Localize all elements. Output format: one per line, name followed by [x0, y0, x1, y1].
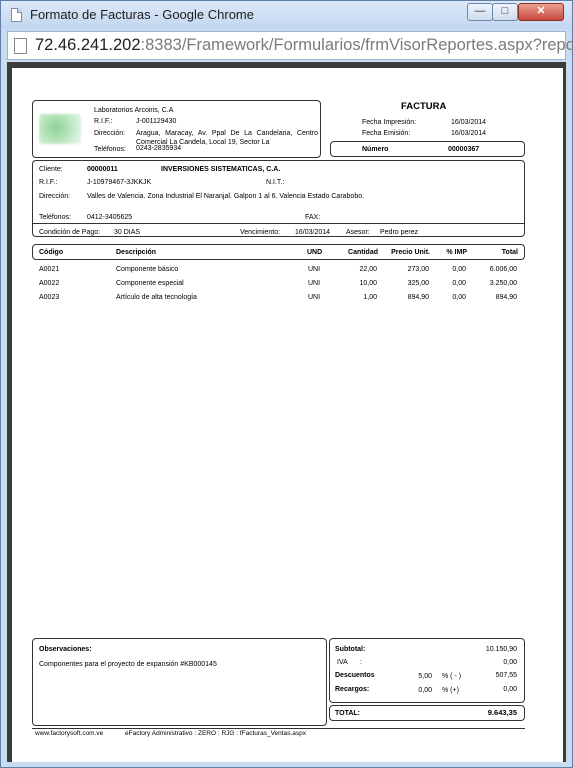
header-tax: % IMP — [446, 249, 467, 256]
close-button[interactable]: ✕ — [518, 3, 564, 21]
company-phone: 0243-2835934 — [136, 145, 182, 152]
client-phone: 0412-3405625 — [87, 214, 133, 221]
iva-label: IVA — [337, 659, 348, 666]
print-date-label: Fecha Impresión: — [362, 119, 417, 126]
address-bar[interactable]: 72.46.241.202:8383/Framework/Formularios… — [7, 31, 573, 60]
invoice-number-label: Número — [362, 146, 389, 153]
issue-date-label: Fecha Emisión: — [362, 130, 411, 137]
client-phone-label: Teléfonos: — [39, 214, 71, 221]
url-host: 72.46.241.202 — [35, 36, 141, 54]
surcharge-percent: 0,00 — [418, 687, 432, 694]
row-3-total: 894,90 — [495, 294, 517, 301]
issue-date: 16/03/2014 — [451, 130, 487, 137]
company-rif-label: R.I.F.: — [94, 118, 113, 125]
row-3-description: Artículo de alta tecnología — [116, 294, 197, 301]
row-3-quantity: 1,00 — [363, 294, 377, 301]
footer-site: www.factorysoft.com.ve — [35, 730, 104, 737]
header-quantity: Cantidad — [348, 249, 378, 256]
row-1-unit: UNI — [308, 266, 321, 273]
observations-label: Observaciones: — [39, 646, 92, 653]
row-1-code: A0021 — [39, 266, 60, 273]
row-2-quantity: 10,00 — [359, 280, 377, 287]
total-label: TOTAL: — [335, 710, 361, 717]
row-2-description: Componente especial — [116, 280, 184, 287]
client-rif: J-10979467-3JKKJK — [87, 179, 152, 186]
header-unit: UND — [307, 249, 323, 256]
header-description: Descripción — [116, 249, 157, 256]
window-title: Formato de Facturas - Google Chrome — [30, 7, 254, 22]
print-date: 16/03/2014 — [451, 119, 487, 126]
due-label: Vencimiento: — [240, 229, 281, 236]
company-address-label: Dirección: — [94, 130, 126, 137]
url-text[interactable]: 72.46.241.202:8383/Framework/Formularios… — [35, 36, 573, 55]
client-fax-label: FAX: — [305, 214, 321, 221]
client-divider — [32, 223, 525, 224]
advisor-label: Asesor: — [346, 229, 370, 236]
due-date: 16/03/2014 — [295, 229, 331, 236]
minimize-button[interactable]: — — [467, 3, 493, 21]
total-value: 9.643,35 — [487, 708, 517, 717]
browser-window: Formato de Facturas - Google Chrome — □ … — [0, 0, 573, 768]
observations-text: Componentes para el proyecto de expansió… — [39, 661, 217, 668]
title-bar: Formato de Facturas - Google Chrome — □ … — [1, 1, 572, 29]
surcharge-label: Recargos: — [335, 686, 370, 693]
footer-system: eFactory Administrativo : ZERO : RJG : f… — [125, 730, 306, 737]
company-address-line1: Aragua, Maracay, Av. Ppal De La Candelar… — [136, 130, 318, 137]
payment-terms: 30 DIAS — [114, 229, 141, 236]
subtotal-value: 10.150,90 — [485, 646, 517, 653]
row-2-total: 3.250,00 — [489, 280, 517, 287]
iva-colon: : — [360, 659, 362, 666]
row-1-total: 6.006,00 — [489, 266, 517, 273]
client-address: Valles de Valencia. Zona Industrial El N… — [87, 193, 365, 200]
maximize-button[interactable]: □ — [492, 3, 518, 21]
invoice-page: Laboratorios Arcoiris, C.A R.I.F.: J-001… — [12, 68, 563, 762]
row-3-unit-price: 894,90 — [407, 294, 429, 301]
invoice-number: 00000367 — [448, 146, 480, 153]
payment-label: Condición de Pago: — [39, 229, 101, 236]
row-1-unit-price: 273,00 — [407, 266, 429, 273]
subtotal-label: Subtotal: — [335, 646, 366, 653]
company-rif: J-001129430 — [136, 118, 177, 125]
header-total: Total — [501, 249, 518, 256]
url-path: :8383/Framework/Formularios/frmVisorRepo… — [140, 36, 573, 54]
row-3-code: A0023 — [39, 294, 60, 301]
discount-value: 507,55 — [495, 672, 517, 679]
client-code: 00000011 — [87, 166, 118, 173]
row-3-tax: 0,00 — [452, 294, 466, 301]
company-phone-label: Teléfonos: — [94, 146, 126, 153]
company-logo — [39, 114, 81, 144]
header-code: Código — [39, 249, 64, 256]
advisor-name: Pedro perez — [380, 229, 419, 236]
footer-divider — [32, 728, 525, 729]
discount-percent: 5,00 — [418, 673, 432, 680]
row-2-code: A0022 — [39, 280, 60, 287]
invoice-number-box — [330, 141, 525, 157]
client-rif-label: R.I.F.: — [39, 179, 58, 186]
report-viewport[interactable]: Laboratorios Arcoiris, C.A R.I.F.: J-001… — [7, 62, 566, 762]
company-name: Laboratorios Arcoiris, C.A — [94, 107, 174, 114]
header-unit-price: Precio Unit. — [391, 249, 430, 256]
client-address-label: Dirección: — [39, 193, 71, 200]
row-3-unit: UNI — [308, 294, 321, 301]
page-icon — [11, 8, 22, 22]
row-2-unit-price: 325,00 — [407, 280, 429, 287]
row-1-description: Componente básico — [116, 266, 179, 273]
client-name: INVERSIONES SISTEMATICAS, C.A. — [161, 166, 281, 173]
surcharge-value: 0,00 — [503, 686, 517, 693]
document-icon — [14, 38, 27, 54]
discount-label: Descuentos — [335, 672, 375, 679]
invoice-title: FACTURA — [401, 101, 447, 112]
client-nit-label: N.I.T.: — [266, 179, 285, 186]
row-1-tax: 0,00 — [452, 266, 466, 273]
row-1-quantity: 22,00 — [359, 266, 377, 273]
iva-value: 0,00 — [503, 659, 517, 666]
row-2-tax: 0,00 — [452, 280, 466, 287]
row-2-unit: UNI — [308, 280, 321, 287]
client-label: Cliente: — [39, 166, 63, 173]
